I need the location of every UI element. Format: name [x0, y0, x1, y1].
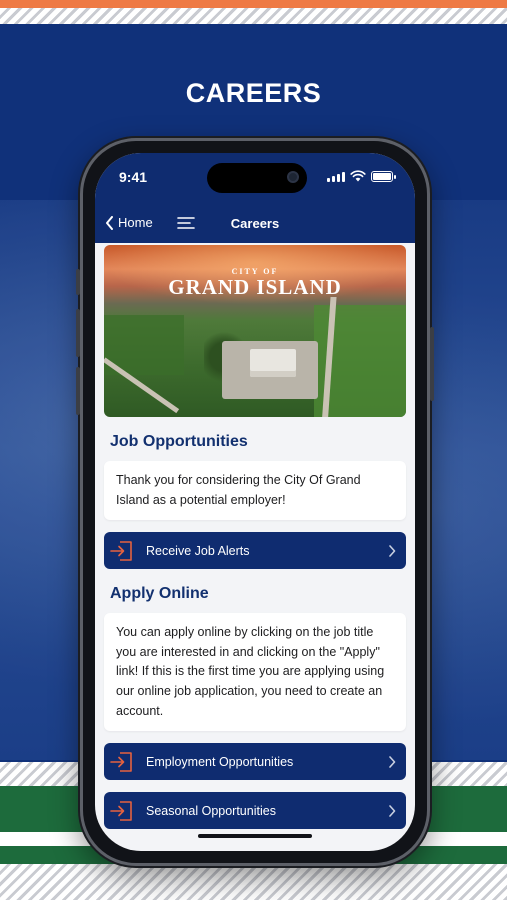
- phone-power-button: [430, 327, 434, 401]
- front-camera: [287, 171, 299, 183]
- city-logo: CITY OF GRAND ISLAND: [104, 267, 406, 298]
- page-headline: CAREERS: [185, 78, 322, 108]
- phone-volume-down-button: [76, 367, 80, 415]
- sign-in-arrow-icon: [110, 800, 132, 821]
- status-time: 9:41: [119, 169, 148, 185]
- phone-screen: 9:41 Home Careers CITY OF GRAND ISLAND J…: [95, 153, 415, 851]
- chevron-right-icon: [389, 544, 396, 557]
- phone-frame: 9:41 Home Careers CITY OF GRAND ISLAND J…: [76, 138, 434, 866]
- navigation-bar: Home Careers: [95, 205, 415, 243]
- sign-in-arrow-icon: [110, 540, 132, 561]
- job-opportunities-card: Thank you for considering the City Of Gr…: [104, 461, 406, 521]
- employment-opportunities-label: Employment Opportunities: [146, 754, 294, 769]
- content-scroll[interactable]: CITY OF GRAND ISLAND Job Opportunities T…: [95, 243, 415, 851]
- status-bar: 9:41: [95, 153, 415, 205]
- battery-icon: [371, 170, 396, 182]
- phone-action-button: [76, 269, 80, 295]
- section-title-job-opportunities: Job Opportunities: [110, 433, 248, 450]
- status-icons: [327, 170, 396, 182]
- receive-job-alerts-button[interactable]: Receive Job Alerts: [104, 532, 406, 570]
- top-orange-band: [0, 0, 507, 8]
- apply-online-card: You can apply online by clicking on the …: [104, 613, 406, 732]
- sign-in-arrow-icon: [110, 751, 132, 772]
- seasonal-opportunities-button[interactable]: Seasonal Opportunities: [104, 792, 406, 830]
- receive-job-alerts-label: Receive Job Alerts: [146, 543, 250, 558]
- seasonal-opportunities-label: Seasonal Opportunities: [146, 803, 276, 818]
- signal-icon: [327, 171, 345, 182]
- phone-volume-up-button: [76, 309, 80, 357]
- section-title-apply-online: Apply Online: [110, 585, 209, 603]
- hero-image: CITY OF GRAND ISLAND: [104, 245, 406, 417]
- employment-opportunities-button[interactable]: Employment Opportunities: [104, 743, 406, 781]
- bottom-stripe-band-2: [0, 864, 507, 900]
- home-indicator[interactable]: [198, 834, 312, 838]
- chevron-right-icon: [389, 804, 396, 817]
- logo-big-text: GRAND ISLAND: [168, 275, 342, 299]
- chevron-right-icon: [389, 755, 396, 768]
- top-stripe-band: [0, 8, 507, 24]
- nav-title: Careers: [230, 216, 280, 231]
- wifi-icon: [350, 170, 366, 182]
